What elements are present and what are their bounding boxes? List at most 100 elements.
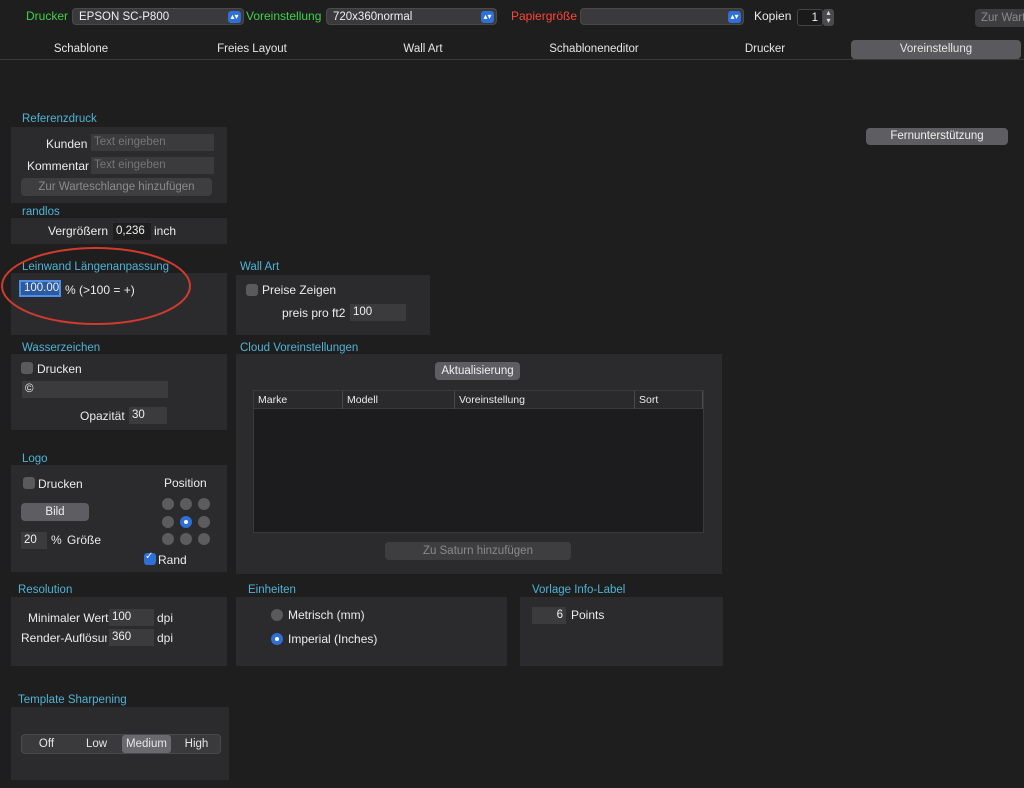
imperial-radio[interactable] (271, 633, 283, 645)
randlos-panel: Vergrößern 0,236 inch (11, 218, 227, 244)
customer-label: Kunden (46, 137, 88, 151)
border-label: Rand (158, 553, 187, 567)
section-title-sharpening: Template Sharpening (18, 694, 127, 706)
column-header-sort[interactable]: Sort (635, 391, 703, 409)
watermark-print-checkbox[interactable] (21, 362, 33, 374)
section-title-cloud: Cloud Voreinstellungen (240, 342, 359, 354)
position-bottom-center[interactable] (180, 533, 192, 545)
paper-size-label: Papiergröße (511, 9, 578, 23)
printer-select[interactable]: EPSON SC-P800 ▴▾ (72, 8, 244, 25)
add-to-queue-button[interactable]: Zur Warteschlange hinzufügen (975, 9, 1024, 27)
show-prices-checkbox[interactable] (246, 284, 258, 296)
annotation-ellipse (1, 247, 191, 325)
cloud-panel: Aktualisierung Marke Modell Voreinstellu… (236, 354, 722, 574)
tab-bar: Schablone Freies Layout Wall Art Schablo… (0, 40, 1024, 60)
refresh-button[interactable]: Aktualisierung (435, 362, 520, 380)
opacity-input[interactable]: 30 (129, 407, 167, 424)
opacity-label: Opazität (80, 409, 125, 423)
sharpening-segmented-control: Off Low Medium High (21, 734, 221, 754)
metric-radio[interactable] (271, 609, 283, 621)
min-resolution-unit: dpi (157, 611, 174, 625)
remote-support-button[interactable]: Fernunterstützung (866, 128, 1008, 145)
preset-value: 720x360normal (333, 11, 413, 23)
info-label-size-input[interactable]: 6 (532, 607, 566, 624)
metric-label: Metrisch (mm) (288, 608, 365, 622)
info-label-size-unit: Points (571, 608, 605, 622)
position-bottom-left[interactable] (162, 533, 174, 545)
printer-label: Drucker (26, 9, 69, 23)
position-middle-left[interactable] (162, 516, 174, 528)
position-middle-right[interactable] (198, 516, 210, 528)
render-resolution-input[interactable]: 360 (109, 629, 154, 646)
section-title-randlos: randlos (22, 206, 60, 218)
position-top-right[interactable] (198, 498, 210, 510)
tab-schabloneneditor[interactable]: Schabloneneditor (530, 40, 658, 59)
comment-label: Kommentar (27, 159, 90, 173)
logo-size-label: Größe (67, 533, 102, 547)
vorlage-panel: 6 Points (520, 597, 723, 666)
enlarge-unit: inch (154, 224, 177, 238)
min-resolution-label: Minimaler Wert (28, 611, 109, 625)
sharpening-high[interactable]: High (172, 735, 221, 753)
position-top-center[interactable] (180, 498, 192, 510)
sharpening-medium[interactable]: Medium (122, 735, 171, 753)
tab-schablone[interactable]: Schablone (20, 40, 142, 59)
price-input[interactable]: 100 (350, 304, 406, 321)
show-prices-label: Preise Zeigen (262, 283, 337, 297)
price-label: preis pro ft2 (282, 306, 346, 320)
position-top-left[interactable] (162, 498, 174, 510)
section-title-wasserzeichen: Wasserzeichen (22, 342, 101, 354)
logo-print-checkbox[interactable] (23, 477, 35, 489)
tab-wall-art[interactable]: Wall Art (362, 40, 484, 59)
queue-button[interactable]: Zur Warteschlange hinzufügen (21, 178, 212, 196)
table-header: Marke Modell Voreinstellung Sort (254, 391, 703, 409)
logo-panel: Drucken Bild 20 % Größe Position Rand (11, 465, 227, 572)
column-header-marke[interactable]: Marke (254, 391, 343, 409)
position-label: Position (164, 476, 207, 490)
tab-drucker[interactable]: Drucker (704, 40, 826, 59)
section-title-vorlage: Vorlage Info-Label (532, 584, 626, 596)
wasserzeichen-panel: Drucken © Opazität 30 (11, 354, 227, 430)
preset-select[interactable]: 720x360normal ▴▾ (326, 8, 497, 25)
section-title-resolution: Resolution (18, 584, 73, 596)
watermark-print-label: Drucken (37, 362, 82, 376)
column-header-modell[interactable]: Modell (343, 391, 455, 409)
add-to-saturn-button[interactable]: Zu Saturn hinzufügen (385, 542, 571, 560)
section-title-einheiten: Einheiten (248, 584, 296, 596)
comment-input[interactable]: Text eingeben (91, 157, 214, 174)
min-resolution-input[interactable]: 100 (109, 609, 154, 626)
imperial-label: Imperial (Inches) (288, 632, 378, 646)
chevron-updown-icon: ▴▾ (481, 11, 494, 23)
copies-label: Kopien (754, 9, 792, 23)
logo-print-label: Drucken (38, 477, 83, 491)
cloud-table[interactable]: Marke Modell Voreinstellung Sort (253, 390, 704, 533)
position-bottom-right[interactable] (198, 533, 210, 545)
paper-size-select[interactable]: ▴▾ (580, 8, 744, 25)
enlarge-label: Vergrößern (48, 224, 109, 238)
referenzdruck-panel: Kunden Text eingeben Kommentar Text eing… (11, 127, 227, 203)
printer-value: EPSON SC-P800 (79, 11, 170, 23)
section-title-referenzdruck: Referenzdruck (22, 113, 97, 125)
tab-voreinstellung[interactable]: Voreinstellung (851, 40, 1021, 59)
position-middle-center[interactable] (180, 516, 192, 528)
copies-field[interactable]: 1 (797, 9, 823, 26)
copies-stepper[interactable]: ▴ ▾ (823, 9, 834, 26)
image-button[interactable]: Bild (21, 503, 89, 521)
preset-label: Voreinstellung (246, 9, 322, 23)
tab-freies-layout[interactable]: Freies Layout (190, 40, 314, 59)
column-header-voreinstellung[interactable]: Voreinstellung (455, 391, 635, 409)
render-resolution-label: Render-Auflösung (21, 631, 107, 645)
render-resolution-unit: dpi (157, 631, 174, 645)
enlarge-input[interactable]: 0,236 (113, 223, 151, 240)
watermark-text-input[interactable]: © (22, 381, 168, 398)
customer-input[interactable]: Text eingeben (91, 134, 214, 151)
einheiten-panel: Metrisch (mm) Imperial (Inches) (236, 597, 507, 666)
sharpening-off[interactable]: Off (22, 735, 71, 753)
section-title-wall-art: Wall Art (240, 261, 280, 273)
chevron-updown-icon: ▴▾ (228, 11, 241, 23)
logo-size-input[interactable]: 20 (21, 532, 47, 549)
border-checkbox[interactable] (144, 551, 156, 565)
sharpening-low[interactable]: Low (72, 735, 121, 753)
resolution-panel: Minimaler Wert 100 dpi Render-Auflösung … (11, 597, 227, 666)
logo-size-unit: % (51, 533, 62, 547)
